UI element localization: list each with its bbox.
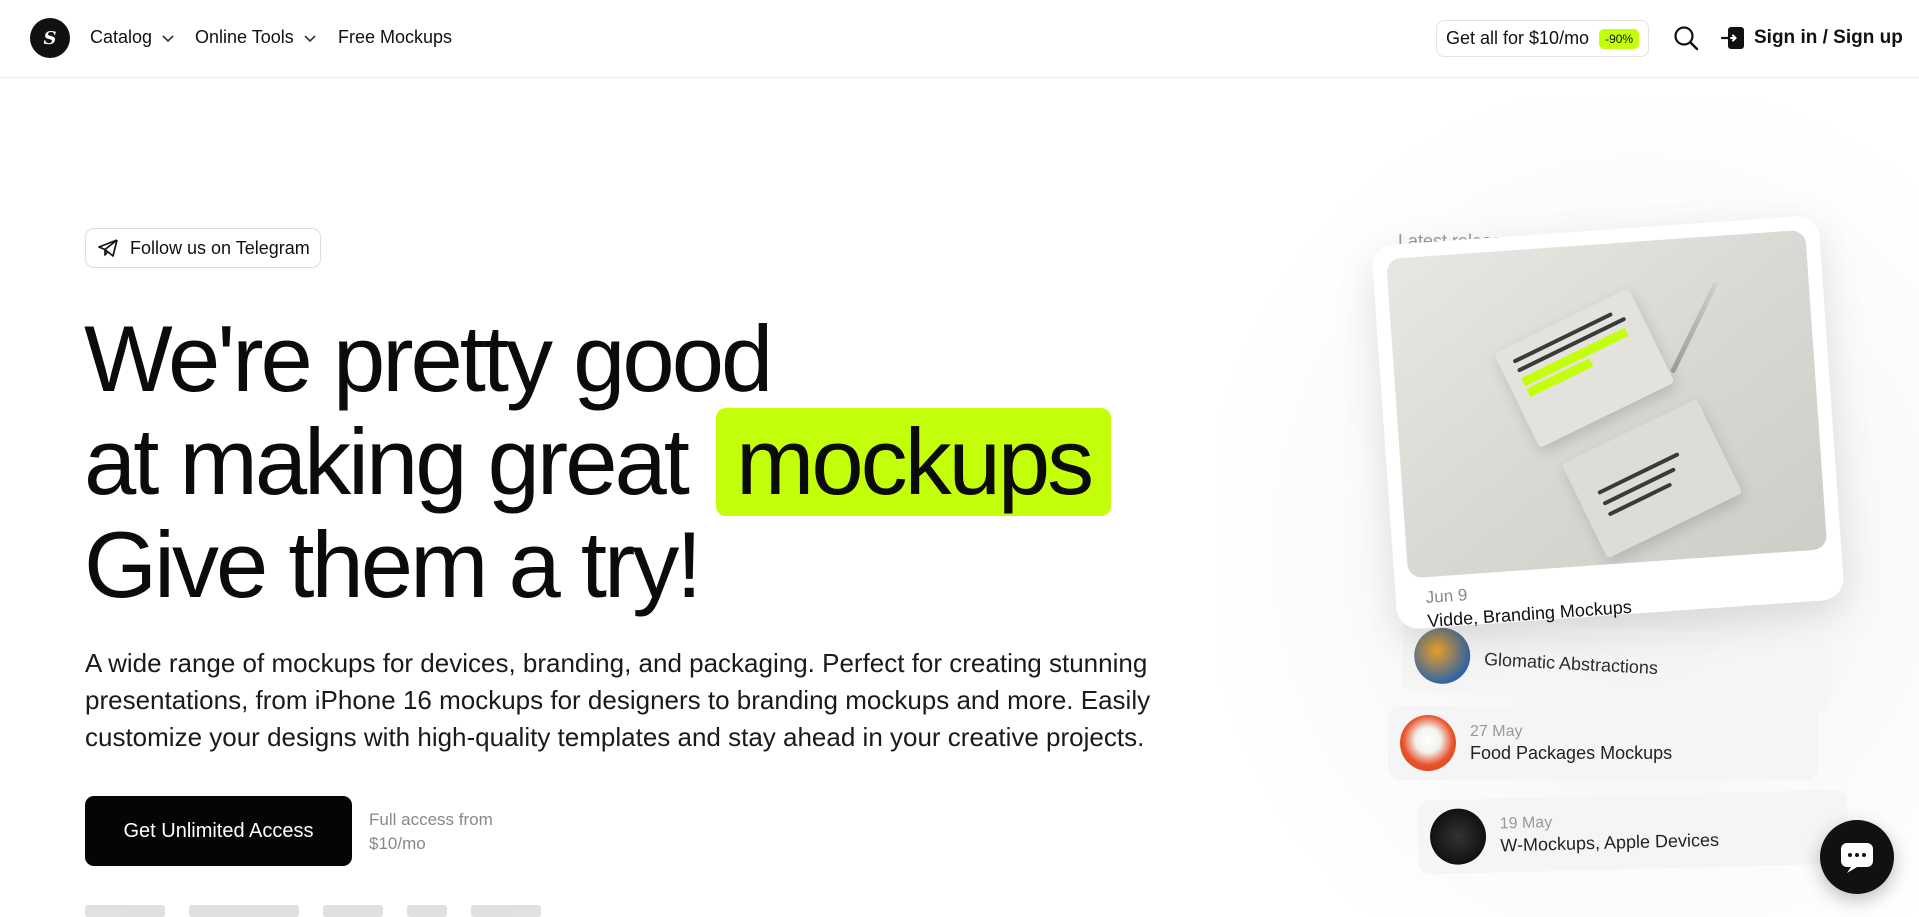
nav-online-tools-label: Online Tools xyxy=(195,27,294,47)
featured-release-date: Jun 9 xyxy=(1425,585,1468,608)
release-title: Food Packages Mockups xyxy=(1470,742,1673,763)
headline-line-2: at making great mockups xyxy=(84,408,1112,516)
release-title: W-Mockups, Apple Devices xyxy=(1500,829,1720,855)
nav-catalog-label: Catalog xyxy=(90,27,153,47)
chat-button[interactable] xyxy=(1820,820,1894,894)
mockup-pen xyxy=(1669,281,1719,374)
headline-line-3: Give them a try! xyxy=(84,512,702,617)
nav-catalog[interactable]: Catalog xyxy=(90,27,176,48)
featured-release-image xyxy=(1386,229,1828,579)
chat-icon xyxy=(1841,843,1873,873)
release-date: 27 May xyxy=(1470,722,1523,740)
release-title: Glomatic Abstractions xyxy=(1483,648,1659,678)
brand-logos-row xyxy=(85,905,625,917)
release-list-item[interactable]: 27 May Food Packages Mockups xyxy=(1388,706,1818,780)
chevron-down-icon xyxy=(304,34,316,42)
search-icon xyxy=(1674,26,1699,51)
release-list-item[interactable]: 19 May W-Mockups, Apple Devices xyxy=(1417,789,1849,875)
top-navbar: S Catalog Online Tools Free Mockups Get … xyxy=(0,0,1919,78)
logo[interactable]: S xyxy=(30,18,70,58)
pricing-note: Full access from $10/mo xyxy=(369,810,493,853)
nav-free-mockups-label: Free Mockups xyxy=(338,27,453,47)
discount-badge: -90% xyxy=(1599,28,1640,49)
telegram-label: Follow us on Telegram xyxy=(130,237,310,258)
nav-free-mockups[interactable]: Free Mockups xyxy=(338,27,452,48)
signin-label: Sign in / Sign up xyxy=(1754,27,1903,48)
headline-line-2-text: at making great xyxy=(84,409,690,514)
hero-description: A wide range of mockups for devices, bra… xyxy=(85,648,1151,752)
hero-headline: We're pretty good at making great mockup… xyxy=(84,306,1112,617)
headline-line-1: We're pretty good xyxy=(84,306,773,411)
featured-release-card[interactable]: Jun 9 Vidde, Branding Mockups xyxy=(1371,214,1845,631)
search-button[interactable] xyxy=(1672,24,1700,52)
telegram-icon xyxy=(98,239,118,257)
release-thumbnail xyxy=(1412,626,1472,686)
nav-online-tools[interactable]: Online Tools xyxy=(195,27,318,48)
promo-label: Get all for $10/mo xyxy=(1446,28,1590,48)
headline-highlight: mockups xyxy=(716,408,1112,516)
release-thumbnail xyxy=(1429,807,1487,866)
sign-in-icon xyxy=(1720,27,1744,49)
telegram-button[interactable]: Follow us on Telegram xyxy=(85,228,321,268)
signin-button[interactable]: Sign in / Sign up xyxy=(1720,25,1903,51)
chevron-down-icon xyxy=(162,34,174,42)
release-thumbnail xyxy=(1400,715,1456,771)
get-unlimited-access-button[interactable]: Get Unlimited Access xyxy=(85,796,352,866)
promo-button[interactable]: Get all for $10/mo -90% xyxy=(1436,20,1650,57)
